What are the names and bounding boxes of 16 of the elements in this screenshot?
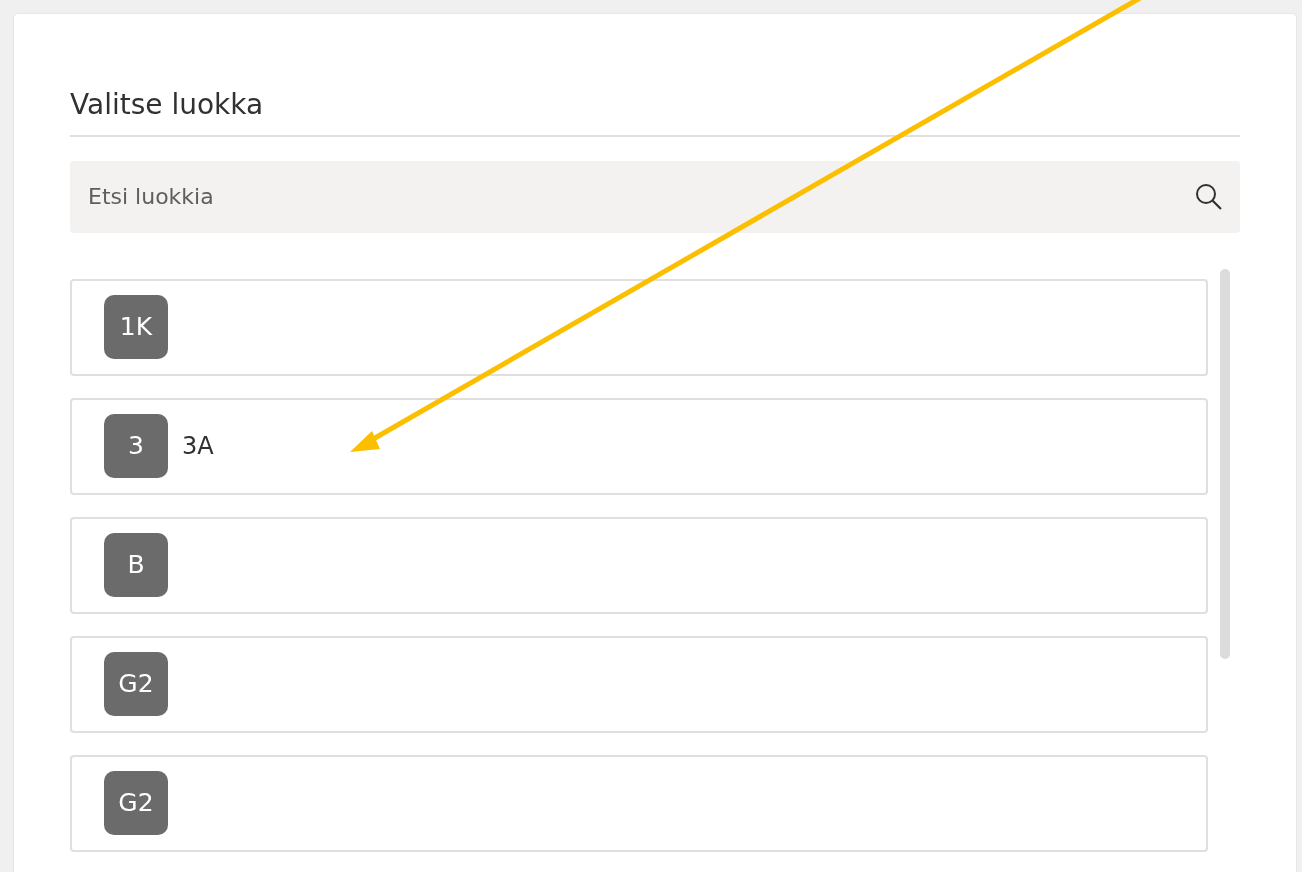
class-initials-avatar: 1K — [104, 295, 168, 360]
class-initials-avatar: B — [104, 533, 168, 598]
class-name: 3A — [182, 431, 214, 463]
scrollbar[interactable] — [1220, 268, 1230, 659]
search-field[interactable]: Etsi luokkia — [70, 160, 1240, 233]
class-item[interactable]: B — [70, 516, 1208, 614]
class-item[interactable]: G2 — [70, 635, 1208, 733]
class-item[interactable]: 3 3A — [70, 397, 1208, 495]
search-icon — [1194, 181, 1224, 212]
search-input[interactable]: Etsi luokkia — [86, 179, 1194, 215]
class-item[interactable]: 1K — [70, 278, 1208, 376]
class-initials-avatar: 3 — [104, 414, 168, 479]
class-initials-avatar: G2 — [104, 652, 168, 717]
class-initials-avatar: G2 — [104, 771, 168, 836]
panel-title: Valitse luokka — [70, 87, 265, 122]
class-item[interactable]: G2 — [70, 754, 1208, 852]
